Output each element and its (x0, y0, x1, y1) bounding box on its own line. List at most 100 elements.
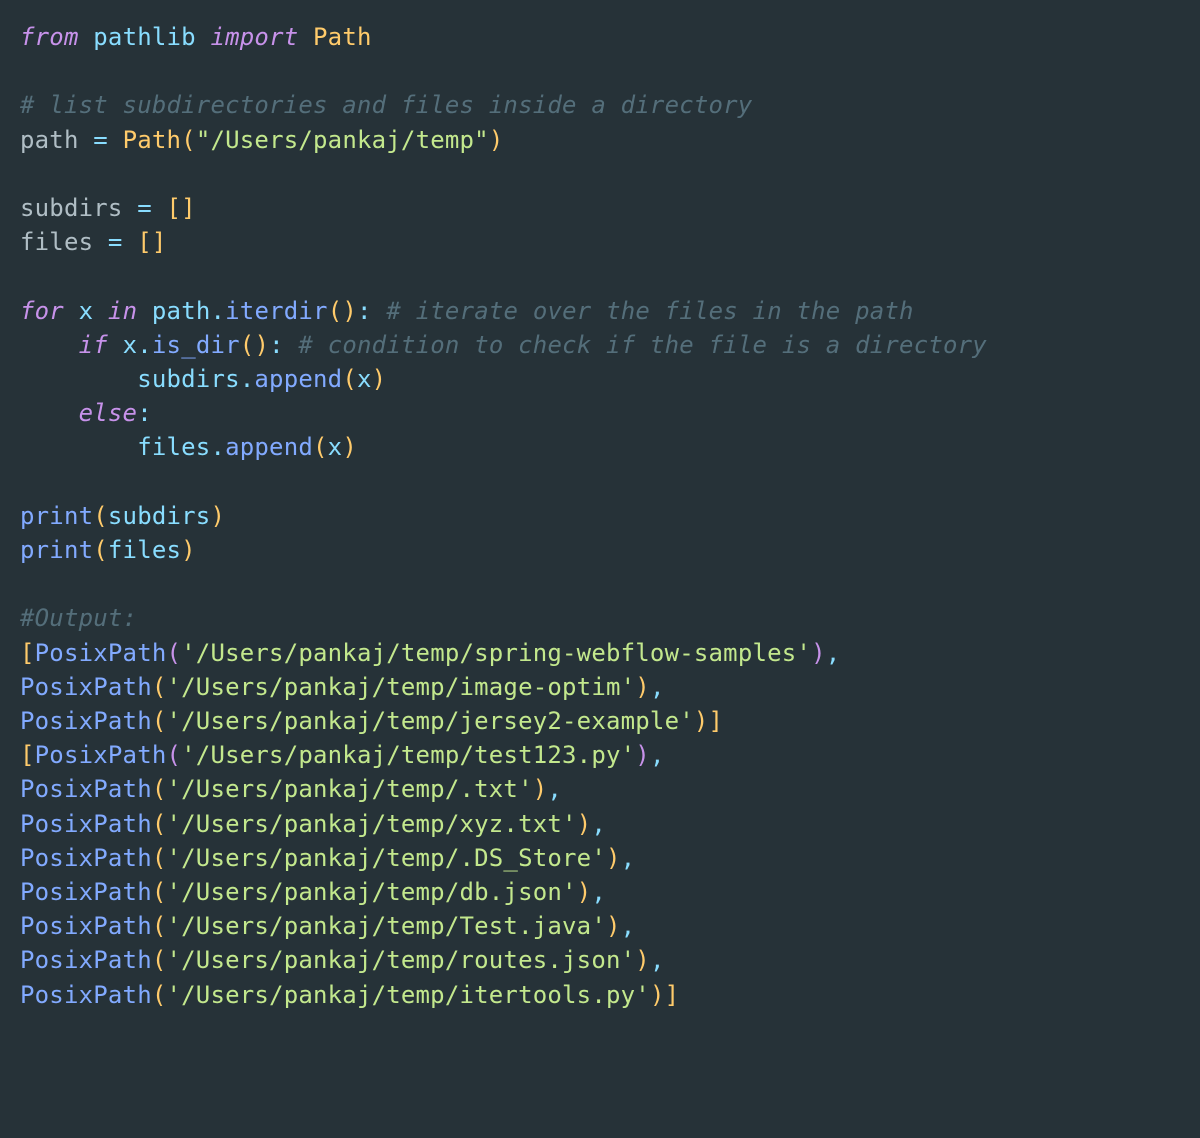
output-line: [PosixPath('/Users/pankaj/temp/spring-we… (20, 639, 840, 667)
path-string: '/Users/pankaj/temp/.DS_Store' (167, 844, 606, 872)
path-class: Path (123, 126, 182, 154)
paren-close: ) (694, 707, 709, 735)
var-files: files (20, 228, 93, 256)
paren-close: ) (489, 126, 504, 154)
arg-x: x (328, 433, 343, 461)
line-7: files = [] (20, 228, 167, 256)
path-string: '/Users/pankaj/temp/.txt' (167, 775, 533, 803)
posixpath-name: PosixPath (20, 673, 152, 701)
paren-close: ) (606, 844, 621, 872)
import-class: Path (313, 23, 372, 51)
output-line: PosixPath('/Users/pankaj/temp/itertools.… (20, 981, 679, 1009)
posixpath-name: PosixPath (20, 981, 152, 1009)
kw-import: import (210, 23, 298, 51)
line-9: for x in path.iterdir(): # iterate over … (20, 297, 914, 325)
line-4: path = Path("/Users/pankaj/temp") (20, 126, 503, 154)
paren-close: ) (650, 981, 665, 1009)
comma: , (650, 741, 665, 769)
paren-open: ( (328, 297, 343, 325)
output-line: PosixPath('/Users/pankaj/temp/xyz.txt'), (20, 810, 606, 838)
path-string: '/Users/pankaj/temp/test123.py' (181, 741, 635, 769)
output-line: [PosixPath('/Users/pankaj/temp/test123.p… (20, 741, 665, 769)
dot: . (240, 365, 255, 393)
output-line: PosixPath('/Users/pankaj/temp/.DS_Store'… (20, 844, 635, 872)
posixpath-name: PosixPath (20, 912, 152, 940)
paren-open: ( (240, 331, 255, 359)
dot: . (210, 433, 225, 461)
comma: , (591, 878, 606, 906)
output-line: PosixPath('/Users/pankaj/temp/.txt'), (20, 775, 562, 803)
code-editor[interactable]: from pathlib import Path # list subdirec… (0, 0, 1200, 1032)
paren-close: ) (372, 365, 387, 393)
method-isdir: is_dir (152, 331, 240, 359)
assign-op: = (123, 194, 167, 222)
posixpath-name: PosixPath (20, 810, 152, 838)
arg-files: files (108, 536, 181, 564)
paren-open: ( (152, 981, 167, 1009)
path-string: '/Users/pankaj/temp/routes.json' (167, 946, 636, 974)
inline-comment: # iterate over the files in the path (386, 297, 913, 325)
dot: . (211, 297, 226, 325)
kw-for: for (20, 297, 64, 325)
paren-open: ( (152, 878, 167, 906)
arg-subdirs: subdirs (108, 502, 211, 530)
output-line: PosixPath('/Users/pankaj/temp/routes.jso… (20, 946, 665, 974)
paren-close: ) (635, 673, 650, 701)
paren-open: ( (181, 126, 196, 154)
posixpath-name: PosixPath (20, 946, 152, 974)
method-iterdir: iterdir (225, 297, 328, 325)
paren-open: ( (93, 502, 108, 530)
paren-close: ) (635, 741, 650, 769)
dot: . (137, 331, 152, 359)
paren-open: ( (167, 741, 182, 769)
posixpath-name: PosixPath (20, 844, 152, 872)
output-line: PosixPath('/Users/pankaj/temp/Test.java'… (20, 912, 635, 940)
assign-op: = (93, 228, 137, 256)
comma: , (650, 673, 665, 701)
paren-close: ) (635, 946, 650, 974)
paren-close: ) (342, 433, 357, 461)
paren-open: ( (167, 639, 182, 667)
output-comment: #Output: (20, 604, 137, 632)
var-subdirs: subdirs (20, 194, 123, 222)
paren-open: ( (342, 365, 357, 393)
path-string: '/Users/pankaj/temp/Test.java' (167, 912, 606, 940)
line-12: else: (20, 399, 152, 427)
var-path: path (20, 126, 79, 154)
paren-close: ) (210, 502, 225, 530)
paren-close: ) (533, 775, 548, 803)
comment-line: # list subdirectories and files inside a… (20, 91, 752, 119)
line-11: subdirs.append(x) (20, 365, 386, 393)
posixpath-name: PosixPath (35, 639, 167, 667)
output-line: PosixPath('/Users/pankaj/temp/jersey2-ex… (20, 707, 723, 735)
bracket-close: ] (665, 981, 680, 1009)
path-string: '/Users/pankaj/temp/image-optim' (167, 673, 636, 701)
line-13: files.append(x) (20, 433, 357, 461)
comma: , (547, 775, 562, 803)
method-append: append (254, 365, 342, 393)
paren-open: ( (152, 844, 167, 872)
method-append: append (225, 433, 313, 461)
comma: , (650, 946, 665, 974)
module-name: pathlib (93, 23, 196, 51)
fn-print: print (20, 502, 93, 530)
bracket-close: ] (709, 707, 724, 735)
arg-x: x (357, 365, 372, 393)
kw-else: else (79, 399, 138, 427)
output-block: [PosixPath('/Users/pankaj/temp/spring-we… (20, 639, 840, 1009)
paren-open: ( (152, 810, 167, 838)
string-literal: "/Users/pankaj/temp" (196, 126, 489, 154)
var-x: x (123, 331, 138, 359)
empty-list: [] (137, 228, 166, 256)
iter-obj: path (152, 297, 211, 325)
comma: , (591, 810, 606, 838)
line-15: print(subdirs) (20, 502, 225, 530)
comma: , (621, 912, 636, 940)
path-string: '/Users/pankaj/temp/itertools.py' (167, 981, 650, 1009)
output-line: PosixPath('/Users/pankaj/temp/image-opti… (20, 673, 665, 701)
comma: , (826, 639, 841, 667)
paren-close: ) (577, 878, 592, 906)
fn-print: print (20, 536, 93, 564)
empty-list: [] (167, 194, 196, 222)
inline-comment: # condition to check if the file is a di… (298, 331, 987, 359)
